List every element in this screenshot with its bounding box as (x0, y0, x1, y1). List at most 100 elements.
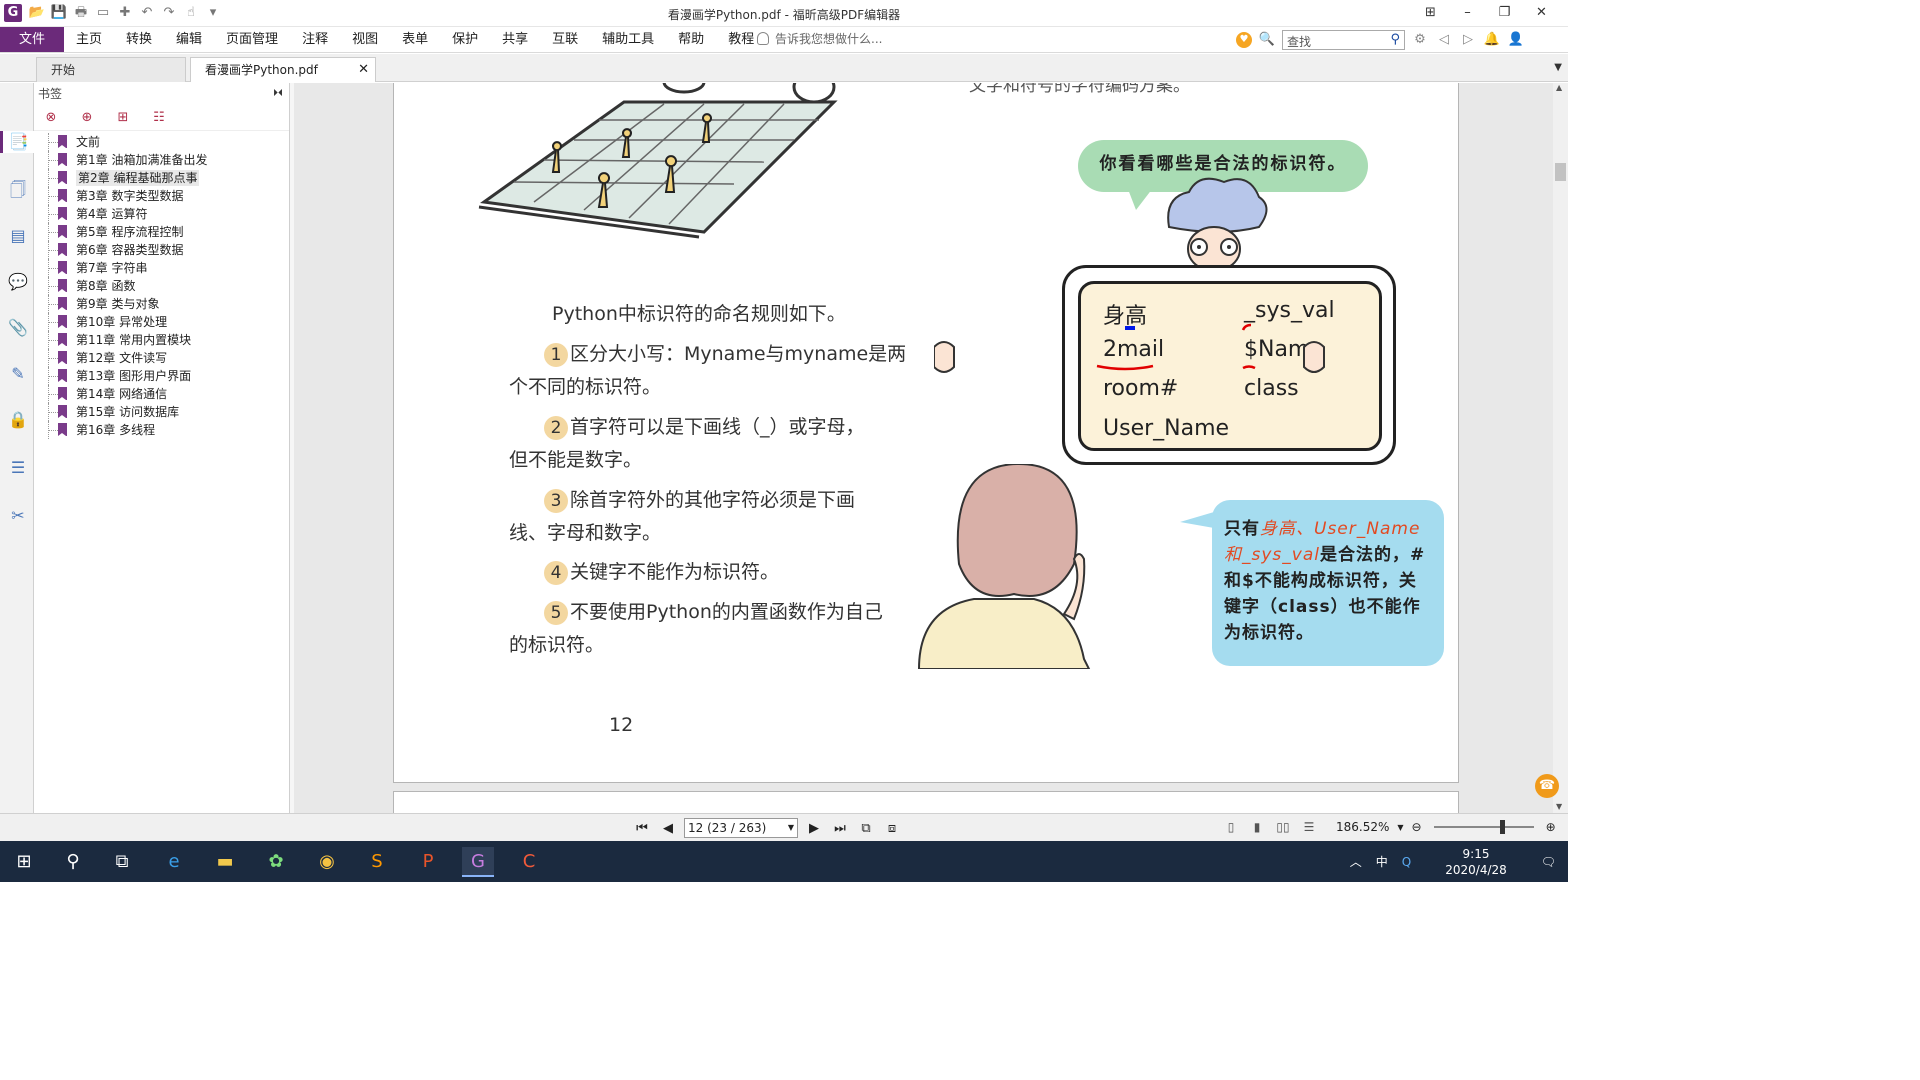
sublime-text-icon[interactable]: S (361, 847, 393, 877)
close-tab-icon[interactable]: ✕ (358, 58, 369, 82)
file-explorer-icon[interactable]: ▬ (209, 847, 241, 877)
panel-collapse-icon[interactable]: ⏵⏴ (273, 83, 283, 105)
bookmark-item[interactable]: 第12章 文件读写 (44, 349, 207, 367)
continuous-view-icon[interactable]: ▮ (1248, 818, 1266, 836)
tray-expand-icon[interactable]: ︿ (1350, 853, 1362, 870)
first-page-icon[interactable]: ⏮ (632, 821, 652, 836)
open-folder-icon[interactable]: 📂 (28, 4, 46, 22)
bookmark-item[interactable]: 第10章 异常处理 (44, 313, 207, 331)
notifications-icon[interactable]: 🗨 (1541, 855, 1556, 869)
favorite-icon[interactable]: ♥ (1236, 32, 1252, 48)
user-account-icon[interactable]: 👤 (1507, 31, 1525, 49)
bookmark-item[interactable]: 第5章 程序流程控制 (44, 223, 207, 241)
last-page-icon[interactable]: ⏭ (830, 821, 850, 836)
page-number-input[interactable]: 12 (23 / 263) ▼ (684, 818, 798, 838)
tools-panel-icon[interactable]: ✂ (7, 505, 29, 527)
next-page-icon[interactable]: ▶ (804, 821, 824, 836)
tab-document[interactable]: 看漫画学Python.pdf ✕ (190, 57, 376, 82)
file-menu-button[interactable]: 文件 (0, 27, 64, 52)
task-view-icon[interactable]: ⧉ (106, 847, 138, 877)
menu-convert[interactable]: 转换 (114, 27, 164, 52)
bookmark-item[interactable]: 第3章 数字类型数据 (44, 187, 207, 205)
bookmark-item[interactable]: 第2章 编程基础那点事 (44, 169, 207, 187)
menu-organize[interactable]: 页面管理 (214, 27, 290, 52)
save-icon[interactable]: 💾 (50, 4, 68, 22)
scroll-down-icon[interactable]: ▼ (1556, 802, 1562, 811)
add-bookmark-icon[interactable]: ⊕ (78, 109, 96, 127)
scroll-up-icon[interactable]: ▲ (1556, 83, 1562, 92)
bookmark-options-icon[interactable]: ☷ (150, 109, 168, 127)
network-app-icon[interactable]: ✿ (260, 847, 292, 877)
menu-protect[interactable]: 保护 (440, 27, 490, 52)
menu-view[interactable]: 视图 (340, 27, 390, 52)
add-child-bookmark-icon[interactable]: ⊞ (114, 109, 132, 127)
content-panel-icon[interactable]: ☰ (7, 457, 29, 479)
single-page-view-icon[interactable]: ▯ (1222, 818, 1240, 836)
bookmark-item[interactable]: 第1章 油箱加满准备出发 (44, 151, 207, 169)
chrome-browser-icon[interactable]: ◉ (311, 847, 343, 877)
redo-icon[interactable]: ↷ (160, 4, 178, 22)
notification-bell-icon[interactable]: 🔔 (1483, 31, 1501, 49)
bookmark-item[interactable]: 第4章 运算符 (44, 205, 207, 223)
app-logo-icon[interactable]: G (4, 4, 22, 22)
continuous-facing-view-icon[interactable]: ☰ (1300, 818, 1318, 836)
qq-tray-icon[interactable]: Q (1402, 855, 1411, 869)
signatures-panel-icon[interactable]: ✎ (7, 363, 29, 385)
bookmark-item[interactable]: 第8章 函数 (44, 277, 207, 295)
security-lock-icon[interactable]: 🔒 (7, 409, 29, 431)
hand-tool-icon[interactable]: ☝ (182, 4, 200, 22)
recorder-app-icon[interactable]: C (513, 847, 545, 877)
zoom-dropdown-icon[interactable]: ▼ (1397, 823, 1403, 832)
zoom-slider[interactable] (1433, 820, 1534, 834)
close-button[interactable]: ✕ (1523, 2, 1560, 24)
bookmark-item[interactable]: 文前 (44, 133, 207, 151)
layers-panel-icon[interactable]: ▤ (7, 225, 29, 247)
document-viewer[interactable]: 文字和符号的字符编码方案。 Python中标识符的命名规则如下。 1 区分大小写：… (294, 83, 1553, 813)
tab-start[interactable]: 开始 (36, 57, 186, 82)
tab-list-dropdown-icon[interactable]: ▼ (1554, 62, 1562, 73)
pages-panel-icon[interactable]: 🗍 (7, 179, 29, 201)
bookmarks-panel-icon[interactable]: 📑 (0, 131, 34, 153)
search-input[interactable]: 查找 ⚲ (1282, 30, 1405, 50)
minimize-button[interactable]: – (1449, 2, 1486, 24)
scan-icon[interactable]: ▭ (94, 4, 112, 22)
new-icon[interactable]: ✚ (116, 4, 134, 22)
bookmark-item[interactable]: 第15章 访问数据库 (44, 403, 207, 421)
bookmark-item[interactable]: 第6章 容器类型数据 (44, 241, 207, 259)
bookmark-item[interactable]: 第9章 类与对象 (44, 295, 207, 313)
next-view-icon[interactable]: ⧈ (882, 821, 902, 836)
scroll-thumb[interactable] (1555, 163, 1566, 181)
comments-panel-icon[interactable]: 💬 (7, 271, 29, 293)
menu-edit[interactable]: 编辑 (164, 27, 214, 52)
search-icon[interactable]: ⚲ (57, 847, 89, 877)
menu-connect[interactable]: 互联 (540, 27, 590, 52)
menu-home[interactable]: 主页 (64, 27, 114, 52)
bookmark-item[interactable]: 第13章 图形用户界面 (44, 367, 207, 385)
previous-view-icon[interactable]: ⧉ (856, 821, 876, 836)
customize-dropdown-icon[interactable]: ▾ (204, 4, 222, 22)
settings-gear-icon[interactable]: ⚙ (1411, 31, 1429, 49)
menu-accessibility[interactable]: 辅助工具 (590, 27, 666, 52)
start-windows-icon[interactable]: ⊞ (8, 847, 40, 877)
restore-button[interactable]: ❐ (1486, 2, 1523, 24)
zoom-out-icon[interactable]: ⊖ (1412, 820, 1422, 834)
menu-share[interactable]: 共享 (490, 27, 540, 52)
edge-browser-icon[interactable]: e (158, 847, 190, 877)
clock[interactable]: 9:15 2020/4/28 (1445, 846, 1507, 878)
find-options-icon[interactable]: 🔍 (1258, 31, 1276, 49)
bookmark-item[interactable]: 第16章 多线程 (44, 421, 207, 439)
foxit-pdf-icon[interactable]: G (462, 847, 494, 877)
tell-me-search[interactable]: 告诉我您想做什么... (757, 27, 882, 52)
facing-view-icon[interactable]: ▯▯ (1274, 818, 1292, 836)
assistant-float-icon[interactable]: ☎ (1535, 774, 1559, 798)
bookmark-item[interactable]: 第11章 常用内置模块 (44, 331, 207, 349)
attachments-panel-icon[interactable]: 📎 (7, 317, 29, 339)
page-dropdown-icon[interactable]: ▼ (788, 819, 794, 837)
menu-help[interactable]: 帮助 (666, 27, 716, 52)
ime-indicator[interactable]: 中 (1376, 853, 1388, 870)
menu-comment[interactable]: 注释 (290, 27, 340, 52)
vertical-scrollbar[interactable]: ▲ ▼ (1553, 83, 1568, 813)
bookmark-item[interactable]: 第7章 字符串 (44, 259, 207, 277)
delete-bookmark-icon[interactable]: ⊗ (42, 109, 60, 127)
menu-form[interactable]: 表单 (390, 27, 440, 52)
